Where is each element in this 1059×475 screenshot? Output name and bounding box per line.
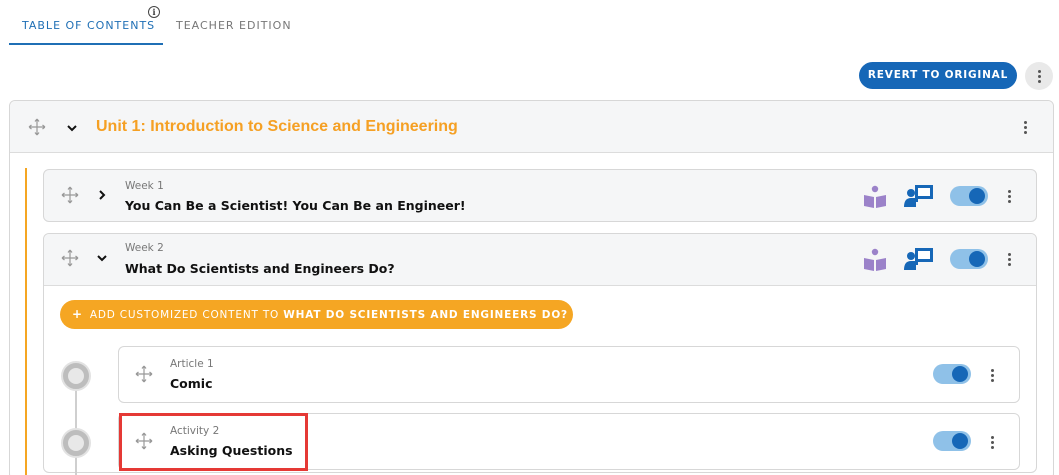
week2-toggle[interactable]	[950, 249, 988, 269]
tab-bar: TABLE OF CONTENTS i TEACHER EDITION	[0, 0, 1059, 46]
activity-avatar-icon	[61, 428, 91, 458]
week1-kicker: Week 1	[125, 180, 164, 192]
week2-move-icon[interactable]	[61, 249, 79, 267]
item2-toggle[interactable]	[933, 431, 971, 451]
student-book-icon[interactable]	[862, 248, 888, 272]
item1-kicker: Article 1	[170, 358, 214, 370]
week1-toggle[interactable]	[950, 186, 988, 206]
item2-move-icon[interactable]	[135, 432, 153, 450]
item2-title[interactable]: Asking Questions	[170, 443, 293, 458]
teacher-presentation-icon[interactable]	[904, 184, 934, 208]
item2-kicker: Activity 2	[170, 425, 220, 437]
list-item-activity-2: Activity 2 Asking Questions	[118, 413, 1020, 470]
unit-title[interactable]: Unit 1: Introduction to Science and Engi…	[96, 118, 458, 136]
teacher-presentation-icon[interactable]	[904, 247, 934, 271]
article-avatar-icon	[61, 361, 91, 391]
toggle-knob	[952, 366, 968, 382]
week1-move-icon[interactable]	[61, 186, 79, 204]
unit-kebab-icon[interactable]	[1021, 118, 1029, 136]
week2-kebab-icon[interactable]	[1005, 250, 1013, 268]
week2-kicker: Week 2	[125, 242, 164, 254]
item1-kebab-icon[interactable]	[988, 366, 996, 384]
revert-to-original-button[interactable]: REVERT TO ORIGINAL	[859, 62, 1017, 89]
unit-accent-line	[25, 168, 27, 475]
week1-kebab-icon[interactable]	[1005, 187, 1013, 205]
list-item-article-1: Article 1 Comic	[118, 346, 1020, 403]
toggle-knob	[969, 251, 985, 267]
add-button-target: WHAT DO SCIENTISTS AND ENGINEERS DO?	[283, 309, 568, 321]
unit-header: Unit 1: Introduction to Science and Engi…	[10, 101, 1053, 153]
info-icon[interactable]: i	[148, 6, 160, 18]
page-menu-kebab-icon[interactable]	[1025, 62, 1053, 90]
add-customized-content-button[interactable]: + ADD CUSTOMIZED CONTENT TO WHAT DO SCIEN…	[60, 300, 573, 329]
week2-chevron-down-icon[interactable]	[96, 252, 108, 264]
item2-kebab-icon[interactable]	[988, 433, 996, 451]
item1-move-icon[interactable]	[135, 365, 153, 383]
item1-toggle[interactable]	[933, 364, 971, 384]
unit-chevron-down-icon[interactable]	[66, 122, 78, 134]
tab-teacher-edition[interactable]: TEACHER EDITION	[176, 19, 292, 32]
unit-move-icon[interactable]	[28, 118, 46, 136]
student-book-icon[interactable]	[862, 185, 888, 209]
week1-title[interactable]: You Can Be a Scientist! You Can Be an En…	[125, 198, 466, 213]
week-card-1: Week 1 You Can Be a Scientist! You Can B…	[43, 169, 1037, 222]
week2-header: Week 2 What Do Scientists and Engineers …	[44, 234, 1036, 286]
plus-icon: +	[72, 307, 83, 321]
add-button-prefix: ADD CUSTOMIZED CONTENT TO	[89, 309, 284, 321]
toggle-knob	[952, 433, 968, 449]
week1-chevron-right-icon[interactable]	[96, 189, 108, 201]
tab-table-of-contents[interactable]: TABLE OF CONTENTS	[22, 19, 155, 32]
item1-title[interactable]: Comic	[170, 376, 212, 391]
toggle-knob	[969, 188, 985, 204]
active-tab-underline	[9, 43, 163, 45]
week2-title[interactable]: What Do Scientists and Engineers Do?	[125, 261, 395, 276]
